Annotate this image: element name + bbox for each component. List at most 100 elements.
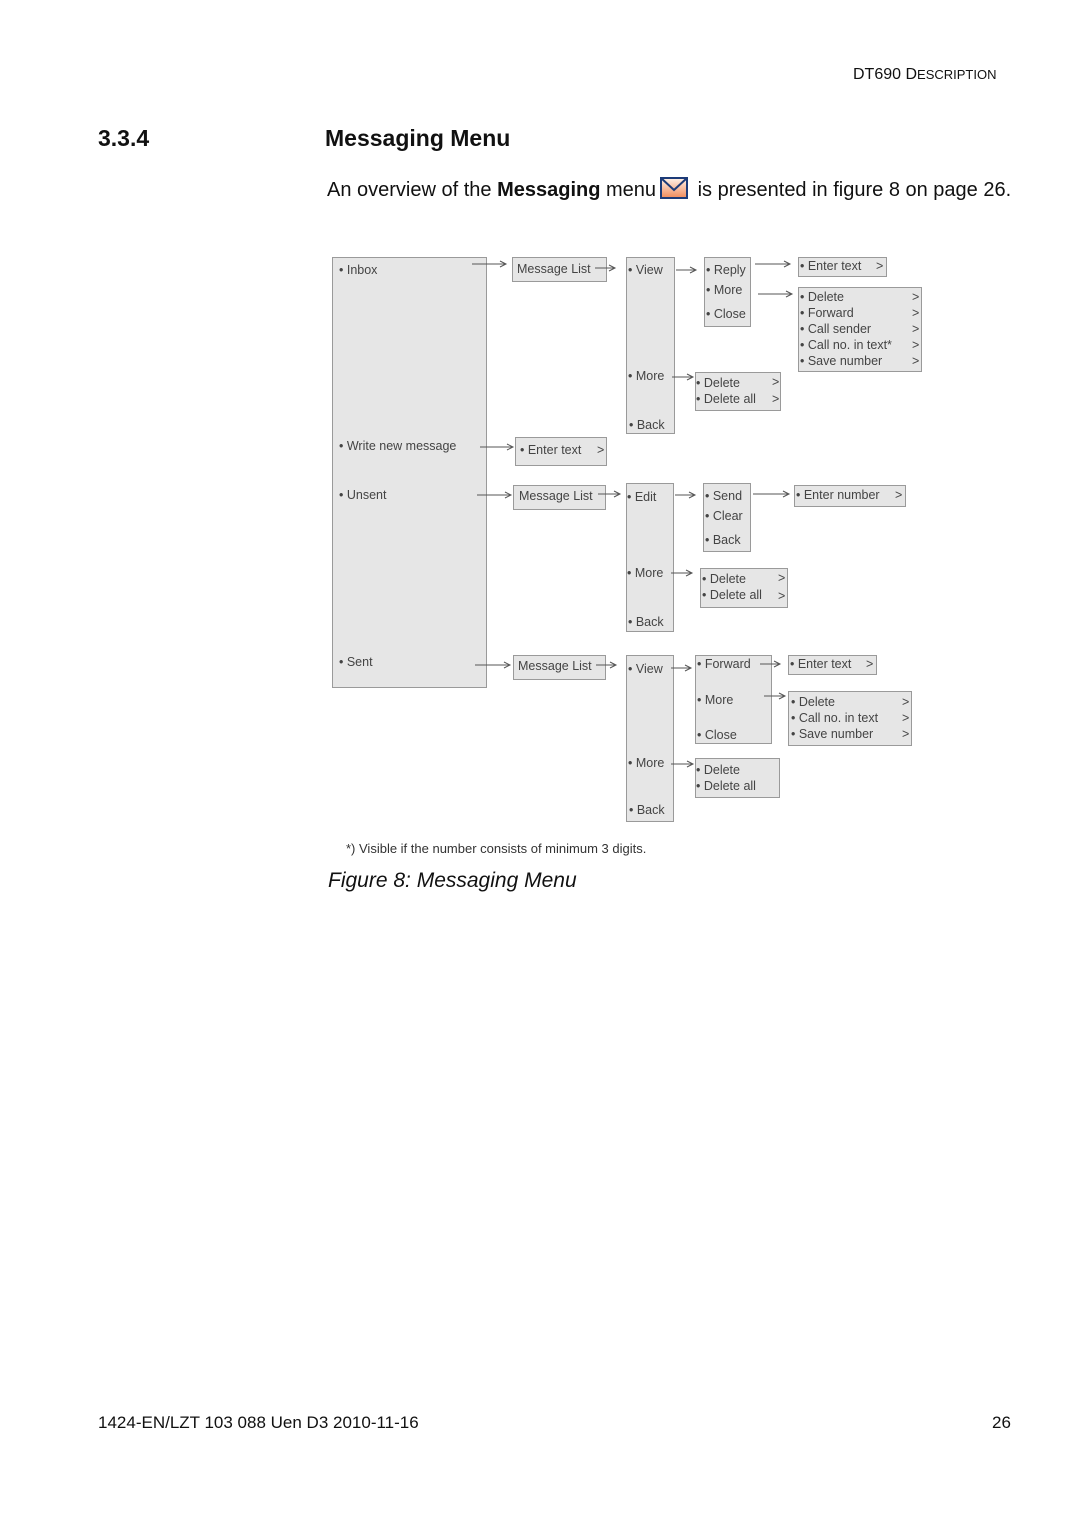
menu-item-inbox: • Inbox bbox=[339, 263, 378, 277]
chevron-right-icon: > bbox=[902, 711, 910, 725]
chevron-right-icon: > bbox=[902, 727, 910, 741]
inbox-view-menu-box: • View • More • Back bbox=[626, 257, 675, 434]
sent-view-sub-box: • Forward • More • Close bbox=[695, 655, 772, 744]
menu-item-save-number: • Save number bbox=[791, 727, 874, 741]
menu-item-send: • Send bbox=[705, 489, 743, 503]
arrow-right-icon bbox=[671, 664, 693, 672]
menu-item-delete: • Delete bbox=[696, 763, 740, 777]
menu-item-close: • Close bbox=[697, 728, 737, 742]
arrow-right-icon bbox=[755, 260, 792, 268]
inbox-more-sub-box: • Delete • Forward • Call sender • Call … bbox=[798, 287, 922, 372]
menu-item-back: • Back bbox=[629, 418, 665, 432]
menu-item-enter-text: • Enter text bbox=[790, 657, 852, 671]
arrow-right-icon bbox=[753, 490, 791, 498]
chevron-right-icon: > bbox=[912, 354, 920, 368]
intro-paragraph: An overview of the Messaging menu is pre… bbox=[327, 177, 1017, 203]
inbox-message-list-box: Message List bbox=[512, 257, 607, 282]
inbox-reply-sub-box: • Enter text > bbox=[798, 257, 887, 277]
menu-item-delete-all: • Delete all bbox=[696, 392, 756, 406]
sent-forward-sub-box: • Enter text > bbox=[788, 655, 877, 675]
menu-item-delete: • Delete bbox=[702, 572, 746, 586]
menu-item-back: • Back bbox=[628, 615, 664, 629]
intro-text: An overview of the bbox=[327, 179, 498, 201]
chevron-right-icon: > bbox=[876, 259, 884, 273]
sent-more-sub-box: • Delete • Call no. in text • Save numbe… bbox=[788, 691, 912, 746]
menu-item-delete-all: • Delete all bbox=[696, 779, 756, 793]
unsent-send-sub-box: • Enter number > bbox=[794, 485, 906, 507]
menu-item-more: • More bbox=[628, 756, 665, 770]
chevron-right-icon: > bbox=[866, 657, 874, 671]
menu-item-call-sender: • Call sender bbox=[800, 322, 872, 336]
menu-item-enter-text: • Enter text bbox=[800, 259, 862, 273]
chevron-right-icon: > bbox=[895, 488, 903, 502]
menu-item-delete: • Delete bbox=[800, 290, 844, 304]
unsent-message-list-box: Message List bbox=[513, 485, 606, 510]
chevron-right-icon: > bbox=[912, 338, 920, 352]
message-list-label: Message List bbox=[517, 262, 591, 276]
intro-bold: Messaging bbox=[497, 179, 601, 201]
menu-item-save-number: • Save number bbox=[800, 354, 883, 368]
message-list-label: Message List bbox=[518, 659, 592, 673]
intro-text: is presented in figure 8 on page 26. bbox=[692, 179, 1012, 201]
menu-item-delete: • Delete bbox=[696, 376, 740, 390]
menu-item-delete: • Delete bbox=[791, 695, 835, 709]
write-enter-text-box: • Enter text > bbox=[515, 437, 607, 466]
chevron-right-icon: > bbox=[772, 392, 780, 406]
sent-message-list-box: Message List bbox=[513, 655, 606, 680]
root-menu-box: • Inbox • Write new message • Unsent • S… bbox=[332, 257, 487, 688]
sent-view-menu-box: • View • More • Back bbox=[626, 655, 674, 822]
unsent-list-more-box: • Delete • Delete all > > bbox=[700, 568, 788, 608]
arrow-right-icon bbox=[671, 569, 694, 577]
footnote: *) Visible if the number consists of min… bbox=[346, 841, 647, 856]
footer-page-number: 26 bbox=[992, 1413, 1011, 1432]
inbox-view-sub-box: • Reply • More • Close bbox=[704, 257, 751, 327]
header-title: DT690 D bbox=[853, 66, 918, 83]
menu-item-forward: • Forward bbox=[800, 306, 854, 320]
figure-caption: Figure 8: Messaging Menu bbox=[328, 869, 577, 892]
sent-list-more-box: • Delete • Delete all bbox=[695, 758, 780, 798]
header-title-smallcaps: ESCRIPTION bbox=[917, 67, 997, 82]
inbox-list-more-box: • Delete • Delete all > > bbox=[695, 372, 781, 411]
message-list-label: Message List bbox=[519, 489, 593, 503]
running-header: DT690 DESCRIPTION bbox=[853, 66, 997, 84]
menu-item-clear: • Clear bbox=[705, 509, 743, 523]
menu-item-back: • Back bbox=[629, 803, 665, 817]
arrow-right-icon bbox=[676, 266, 698, 274]
footer-doc-id: 1424-EN/LZT 103 088 Uen D3 2010-11-16 bbox=[98, 1413, 419, 1432]
menu-item-delete-all: • Delete all bbox=[702, 588, 762, 602]
arrow-right-icon bbox=[671, 760, 695, 768]
menu-item-more: • More bbox=[706, 283, 743, 297]
chevron-right-icon: > bbox=[912, 290, 920, 304]
chevron-right-icon: > bbox=[912, 322, 920, 336]
menu-item-reply: • Reply bbox=[706, 263, 746, 277]
menu-item-more: • More bbox=[697, 693, 734, 707]
menu-item-more: • More bbox=[628, 369, 665, 383]
menu-item-sent: • Sent bbox=[339, 655, 373, 669]
menu-item-edit: • Edit bbox=[627, 490, 657, 504]
menu-item-unsent: • Unsent bbox=[339, 488, 387, 502]
menu-item-forward: • Forward bbox=[697, 657, 751, 671]
document-page: DT690 DESCRIPTION 3.3.4 Messaging Menu A… bbox=[0, 0, 1080, 1527]
menu-item-enter-text: • Enter text bbox=[520, 443, 582, 457]
chevron-right-icon: > bbox=[902, 695, 910, 709]
chevron-right-icon: > bbox=[772, 375, 780, 389]
menu-item-more: • More bbox=[627, 566, 664, 580]
intro-text: menu bbox=[600, 179, 657, 201]
menu-item-view: • View bbox=[628, 662, 663, 676]
menu-item-close: • Close bbox=[706, 307, 746, 321]
envelope-icon bbox=[660, 177, 689, 199]
chevron-right-icon: > bbox=[597, 443, 605, 457]
arrow-right-icon bbox=[672, 373, 695, 381]
chevron-right-icon: > bbox=[912, 306, 920, 320]
menu-item-back: • Back bbox=[705, 533, 741, 547]
unsent-edit-sub-box: • Send • Clear • Back bbox=[703, 483, 751, 552]
unsent-edit-menu-box: • Edit • More • Back bbox=[626, 483, 674, 632]
menu-item-call-no-in-text: • Call no. in text bbox=[791, 711, 879, 725]
connector-arrows bbox=[472, 260, 794, 768]
chevron-right-icon: > bbox=[778, 589, 786, 603]
menu-item-view: • View bbox=[628, 263, 663, 277]
menu-item-call-no-in-text: • Call no. in text* bbox=[800, 338, 892, 352]
arrow-right-icon bbox=[675, 491, 697, 499]
menu-item-write-new-message: • Write new message bbox=[339, 439, 457, 453]
arrow-right-icon bbox=[758, 290, 794, 298]
